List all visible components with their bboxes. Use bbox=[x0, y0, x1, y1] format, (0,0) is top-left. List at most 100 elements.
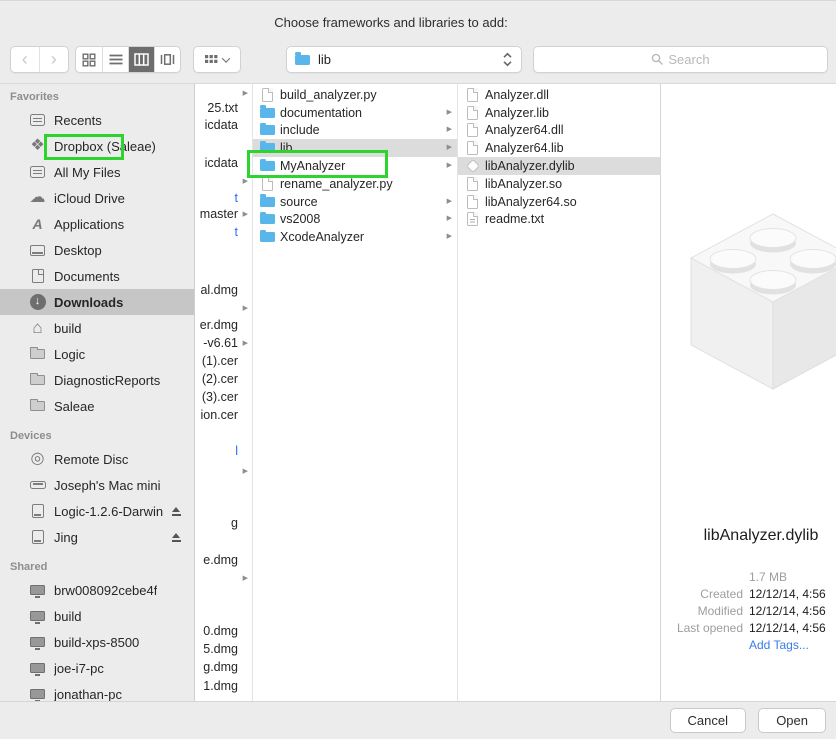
file-fragment-row[interactable]: (1).cer bbox=[196, 352, 252, 370]
folder-row-include[interactable]: include▶ bbox=[253, 122, 457, 140]
sidebar-item-build-xps-8500[interactable]: build-xps-8500 bbox=[0, 629, 194, 655]
sidebar-item-logic-1-2-6-darwin[interactable]: Logic-1.2.6-Darwin bbox=[0, 498, 194, 524]
file-fragment-row[interactable]: icdata bbox=[196, 116, 252, 134]
folder-row-vs2008[interactable]: vs2008▶ bbox=[253, 211, 457, 229]
file-fragment-label: e.dmg bbox=[203, 553, 238, 567]
file-row-build-analyzer-py[interactable]: build_analyzer.py bbox=[253, 86, 457, 104]
sidebar-item-joe-i7-pc[interactable]: joe-i7-pc bbox=[0, 655, 194, 681]
file-icon bbox=[467, 195, 478, 209]
sidebar-item-documents[interactable]: Documents bbox=[0, 263, 194, 289]
sidebar-item-joseph-s-mac-mini[interactable]: Joseph's Mac mini bbox=[0, 472, 194, 498]
recents-icon bbox=[30, 114, 45, 126]
file-fragment-label: (1).cer bbox=[202, 354, 238, 368]
sidebar-icon-wrap bbox=[27, 344, 48, 364]
file-fragment-row[interactable]: -v6.61▶ bbox=[196, 334, 252, 352]
sidebar-item-diagnosticreports[interactable]: DiagnosticReports bbox=[0, 367, 194, 393]
file-fragment-row[interactable]: er.dmg bbox=[196, 316, 252, 334]
icon-view-button[interactable] bbox=[76, 47, 102, 72]
sidebar-item-brw008092cebe4f[interactable]: brw008092cebe4f bbox=[0, 577, 194, 603]
file-fragment-row[interactable]: 0.dmg bbox=[196, 622, 252, 640]
column-view-button[interactable] bbox=[128, 47, 154, 72]
folder-row-source[interactable]: source▶ bbox=[253, 193, 457, 211]
file-row-readme-txt[interactable]: readme.txt bbox=[458, 211, 660, 229]
sidebar-item-jonathan-pc[interactable]: jonathan-pc bbox=[0, 681, 194, 702]
dialog-title: Choose frameworks and libraries to add: bbox=[0, 15, 782, 30]
file-fragment-row[interactable]: al.dmg bbox=[196, 281, 252, 299]
eject-icon[interactable] bbox=[171, 507, 182, 516]
file-fragment-label: -v6.61 bbox=[203, 336, 238, 350]
file-name-label: Analyzer64.lib bbox=[485, 141, 564, 155]
sidebar-item-build[interactable]: build bbox=[0, 315, 194, 341]
folder-icon bbox=[260, 232, 275, 242]
sidebar-item-desktop[interactable]: Desktop bbox=[0, 237, 194, 263]
file-row-analyzer-lib[interactable]: Analyzer.lib bbox=[458, 104, 660, 122]
search-input[interactable]: Search bbox=[533, 46, 828, 73]
file-fragment-label: (3).cer bbox=[202, 390, 238, 404]
sidebar-icon-wrap bbox=[27, 396, 48, 416]
sidebar-icon-wrap bbox=[27, 527, 48, 547]
arrange-menu-button[interactable] bbox=[193, 46, 241, 73]
file-row-analyzer-dll[interactable]: Analyzer.dll bbox=[458, 86, 660, 104]
file-fragment-label: l bbox=[235, 444, 238, 458]
file-fragment-label: 0.dmg bbox=[203, 624, 238, 638]
sidebar-item-recents[interactable]: Recents bbox=[0, 107, 194, 133]
file-row-analyzer64-lib[interactable]: Analyzer64.lib bbox=[458, 139, 660, 157]
file-fragment-row[interactable]: 5.dmg bbox=[196, 640, 252, 658]
sidebar-item-logic[interactable]: Logic bbox=[0, 341, 194, 367]
sidebar-item-label: Jing bbox=[54, 530, 78, 545]
view-mode-control bbox=[75, 46, 181, 73]
file-fragment-row[interactable]: ▶ bbox=[196, 172, 252, 190]
file-name-label: documentation bbox=[280, 106, 362, 120]
back-button[interactable]: ‹ bbox=[11, 47, 40, 72]
file-fragment-row[interactable]: 25.txt bbox=[196, 99, 252, 117]
list-view-button[interactable] bbox=[102, 47, 128, 72]
sidebar-item-all-my-files[interactable]: All My Files bbox=[0, 159, 194, 185]
sidebar-item-build[interactable]: build bbox=[0, 603, 194, 629]
preview-detail-row: Last opened12/12/14, 4:56 bbox=[661, 619, 836, 636]
sidebar-item-saleae[interactable]: Saleae bbox=[0, 393, 194, 419]
eject-icon[interactable] bbox=[171, 533, 182, 542]
file-fragment-row[interactable]: ▶ bbox=[196, 299, 252, 317]
document-icon bbox=[32, 269, 44, 283]
preview-detail-label: Modified bbox=[661, 604, 749, 618]
file-name-label: Analyzer.lib bbox=[485, 106, 549, 120]
open-button[interactable]: Open bbox=[758, 708, 826, 733]
folder-row-xcodeanalyzer[interactable]: XcodeAnalyzer▶ bbox=[253, 228, 457, 246]
file-fragment-row[interactable]: g bbox=[196, 514, 252, 532]
file-fragment-row[interactable]: (2).cer bbox=[196, 370, 252, 388]
file-icon-wrap bbox=[259, 194, 276, 210]
coverflow-view-button[interactable] bbox=[154, 47, 180, 72]
disclosure-arrow-icon: ▶ bbox=[447, 108, 452, 118]
preview-detail-value: 12/12/14, 4:56 bbox=[749, 587, 826, 601]
forward-button[interactable]: › bbox=[40, 47, 69, 72]
file-row-analyzer64-dll[interactable]: Analyzer64.dll bbox=[458, 122, 660, 140]
file-fragment-row[interactable]: t bbox=[196, 223, 252, 241]
sidebar-item-icloud-drive[interactable]: iCloud Drive bbox=[0, 185, 194, 211]
sidebar-item-remote-disc[interactable]: Remote Disc bbox=[0, 446, 194, 472]
file-fragment-row[interactable]: l bbox=[196, 442, 252, 460]
sidebar-item-applications[interactable]: Applications bbox=[0, 211, 194, 237]
file-fragment-row[interactable]: ▶ bbox=[196, 462, 252, 480]
column-parent: ▶25.txticdataicdata▶tmaster▶tal.dmg▶er.d… bbox=[196, 84, 252, 702]
file-fragment-row[interactable]: g.dmg bbox=[196, 658, 252, 676]
file-row-libanalyzer-dylib[interactable]: libAnalyzer.dylib bbox=[458, 157, 660, 175]
preview-filename: libAnalyzer.dylib bbox=[661, 527, 836, 545]
file-fragment-row[interactable]: icdata bbox=[196, 154, 252, 172]
cancel-button[interactable]: Cancel bbox=[670, 708, 746, 733]
add-tags-link[interactable]: Add Tags... bbox=[749, 638, 809, 652]
location-popup[interactable]: lib bbox=[286, 46, 522, 73]
file-fragment-row[interactable]: ion.cer bbox=[196, 406, 252, 424]
sidebar-icon-wrap bbox=[27, 632, 48, 652]
file-fragment-row[interactable]: ▶ bbox=[196, 569, 252, 587]
folder-row-documentation[interactable]: documentation ▶ bbox=[253, 104, 457, 122]
search-icon bbox=[651, 53, 664, 66]
sidebar-icon-wrap bbox=[27, 606, 48, 626]
file-row-libanalyzer-so[interactable]: libAnalyzer.so bbox=[458, 175, 660, 193]
file-fragment-row[interactable]: e.dmg bbox=[196, 551, 252, 569]
file-row-libanalyzer64-so[interactable]: libAnalyzer64.so bbox=[458, 193, 660, 211]
sidebar-item-downloads[interactable]: Downloads bbox=[0, 289, 194, 315]
sidebar-item-jing[interactable]: Jing bbox=[0, 524, 194, 550]
file-fragment-row[interactable]: 1.dmg bbox=[196, 677, 252, 695]
file-fragment-row[interactable]: master▶ bbox=[196, 205, 252, 223]
file-fragment-row[interactable]: (3).cer bbox=[196, 388, 252, 406]
